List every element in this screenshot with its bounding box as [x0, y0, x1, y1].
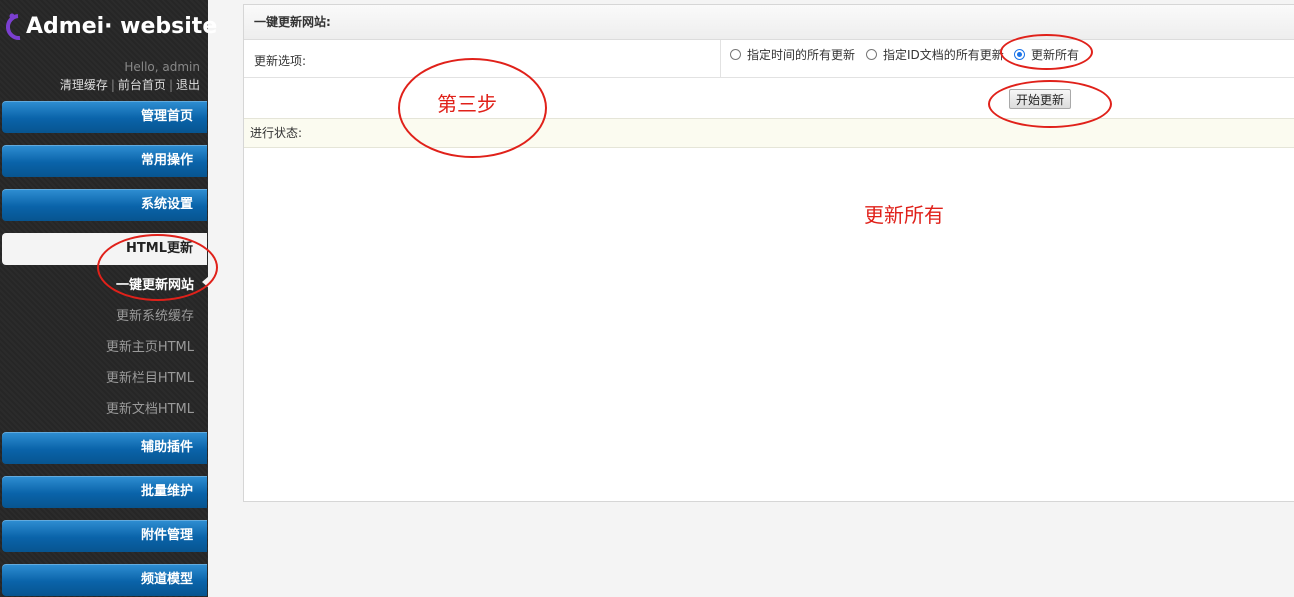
radio-by-id[interactable]: 指定ID文档的所有更新: [866, 46, 1004, 63]
submenu-update-doc-html[interactable]: 更新文档HTML: [106, 398, 194, 417]
options-label: 更新选项:: [254, 54, 307, 68]
radio-label: 指定ID文档的所有更新: [883, 48, 1004, 62]
annotation-step-text: 第三步: [437, 92, 497, 116]
quick-links: 清理缓存 | 前台首页 | 退出: [60, 76, 200, 93]
logo: Admei· website: [0, 8, 217, 48]
logout-link[interactable]: 退出: [176, 78, 200, 92]
menu-attachments[interactable]: 附件管理: [2, 520, 207, 552]
submenu-update-cache[interactable]: 更新系统缓存: [116, 305, 194, 324]
menu-batch-maintenance[interactable]: 批量维护: [2, 476, 207, 508]
brand-name: Admei· website: [26, 14, 218, 39]
brand-mark-icon: [5, 13, 21, 41]
submenu-update-column-html[interactable]: 更新栏目HTML: [106, 367, 194, 386]
radio-button[interactable]: [866, 49, 877, 60]
front-page-link[interactable]: 前台首页: [118, 78, 166, 92]
divider: |: [168, 78, 173, 92]
panel-title: 一键更新网站:: [244, 5, 1294, 40]
column-divider: [720, 40, 721, 77]
annotation-note-text: 更新所有: [864, 203, 944, 227]
update-options-row: 更新选项: 指定时间的所有更新 指定ID文档的所有更新 更新所有: [244, 40, 1294, 78]
submenu-update-home-html[interactable]: 更新主页HTML: [106, 336, 194, 355]
annotation-circle-button: [988, 80, 1112, 128]
radio-button[interactable]: [730, 49, 741, 60]
menu-plugins[interactable]: 辅助插件: [2, 432, 207, 464]
menu-common-ops[interactable]: 常用操作: [2, 145, 207, 177]
annotation-circle-menu: [97, 234, 218, 301]
annotation-circle-radio: [1000, 34, 1093, 70]
clear-cache-link[interactable]: 清理缓存: [60, 78, 108, 92]
update-panel: 一键更新网站: 更新选项: 指定时间的所有更新 指定ID文档的所有更新 更新所有…: [243, 4, 1294, 502]
divider: |: [110, 78, 115, 92]
menu-admin-home[interactable]: 管理首页: [2, 101, 207, 133]
radio-label: 指定时间的所有更新: [747, 48, 856, 62]
greeting: Hello, admin: [124, 60, 200, 74]
menu-system-settings[interactable]: 系统设置: [2, 189, 207, 221]
menu-channel-models[interactable]: 频道模型: [2, 564, 207, 596]
radio-by-time[interactable]: 指定时间的所有更新: [730, 46, 855, 63]
